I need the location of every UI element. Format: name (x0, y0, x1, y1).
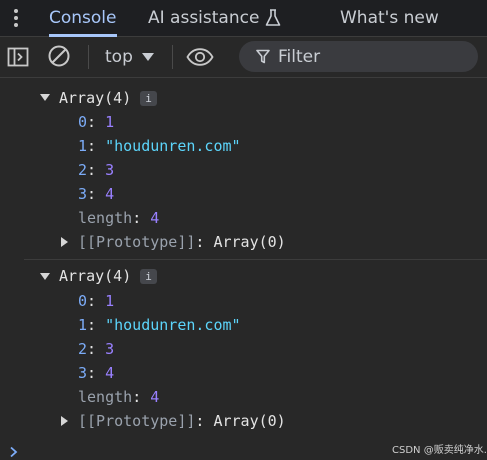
info-badge-label: i (145, 92, 152, 105)
tab-whats-new-label: What's new (340, 8, 439, 28)
property-value: 1 (105, 292, 115, 310)
property-value: 4 (150, 388, 160, 406)
prototype-value: Array(0) (213, 412, 286, 430)
property-row: 3: 4 (78, 185, 115, 203)
property-row: 2: 3 (78, 340, 115, 358)
info-badge-label: i (145, 270, 152, 283)
panel-tab-bar: Console AI assistance What's new (0, 0, 487, 37)
property-key: length (78, 388, 133, 406)
tab-whats-new[interactable]: What's new (340, 0, 439, 36)
prototype-key: [[Prototype]] (78, 412, 196, 430)
property-key: 0 (78, 113, 88, 131)
property-key: 2 (78, 340, 88, 358)
expand-triangle-icon[interactable] (61, 416, 68, 426)
property-key: 1 (78, 137, 88, 155)
info-badge-icon[interactable]: i (140, 91, 157, 106)
filter-input[interactable] (278, 46, 448, 67)
expand-triangle-icon[interactable] (61, 237, 68, 247)
array-summary[interactable]: Array(4) (59, 266, 131, 286)
prototype-key: [[Prototype]] (78, 233, 196, 251)
tab-ai-assistance[interactable]: AI assistance (148, 0, 281, 36)
property-row: 0: 1 (78, 113, 115, 131)
property-value: "houdunren.com" (105, 316, 241, 334)
expand-triangle-icon[interactable] (40, 273, 50, 280)
property-value: 3 (105, 340, 115, 358)
prototype-value: Array(0) (213, 233, 286, 251)
filter-field[interactable] (239, 41, 478, 72)
prototype-row[interactable]: [[Prototype]]: Array(0) (78, 411, 286, 431)
array-summary[interactable]: Array(4) (59, 88, 131, 108)
property-row: 1: "houdunren.com" (78, 137, 241, 155)
array-summary-text: Array(4) (59, 267, 132, 285)
flask-icon (266, 9, 281, 26)
entry-divider (24, 259, 487, 260)
property-value: 4 (150, 209, 160, 227)
property-row: length: 4 (78, 388, 160, 406)
toolbar-divider (172, 45, 173, 69)
sidebar-toggle-icon[interactable] (6, 45, 30, 69)
property-key: length (78, 209, 133, 227)
prototype-row[interactable]: [[Prototype]]: Array(0) (78, 232, 286, 252)
tab-ai-assistance-label: AI assistance (148, 8, 260, 28)
property-key: 1 (78, 316, 88, 334)
property-key: 3 (78, 364, 88, 382)
console-toolbar: top (0, 37, 487, 78)
property-row: 2: 3 (78, 161, 115, 179)
property-row: 3: 4 (78, 364, 115, 382)
property-value: "houdunren.com" (105, 137, 241, 155)
property-row: 1: "houdunren.com" (78, 316, 241, 334)
filter-icon (256, 49, 270, 64)
property-key: 2 (78, 161, 88, 179)
watermark: CSDN @贩卖纯净水. (392, 445, 487, 456)
tab-console-label: Console (49, 8, 117, 28)
property-value: 3 (105, 161, 115, 179)
property-value: 4 (105, 364, 115, 382)
caret-down-icon (141, 53, 154, 61)
property-value: 4 (105, 185, 115, 203)
more-options-icon[interactable] (0, 0, 32, 36)
context-selector-label: top (105, 47, 133, 67)
info-badge-icon[interactable]: i (140, 269, 157, 284)
context-selector[interactable]: top (105, 45, 154, 69)
clear-console-icon[interactable] (47, 44, 71, 68)
property-key: 3 (78, 185, 88, 203)
property-row: 0: 1 (78, 292, 115, 310)
array-summary-text: Array(4) (59, 89, 132, 107)
property-value: 1 (105, 113, 115, 131)
eye-icon[interactable] (186, 45, 214, 69)
property-row: length: 4 (78, 209, 160, 227)
toolbar-divider (88, 45, 89, 69)
tab-console[interactable]: Console (49, 0, 117, 37)
console-prompt-icon[interactable] (9, 446, 19, 458)
property-key: 0 (78, 292, 88, 310)
expand-triangle-icon[interactable] (40, 94, 50, 101)
